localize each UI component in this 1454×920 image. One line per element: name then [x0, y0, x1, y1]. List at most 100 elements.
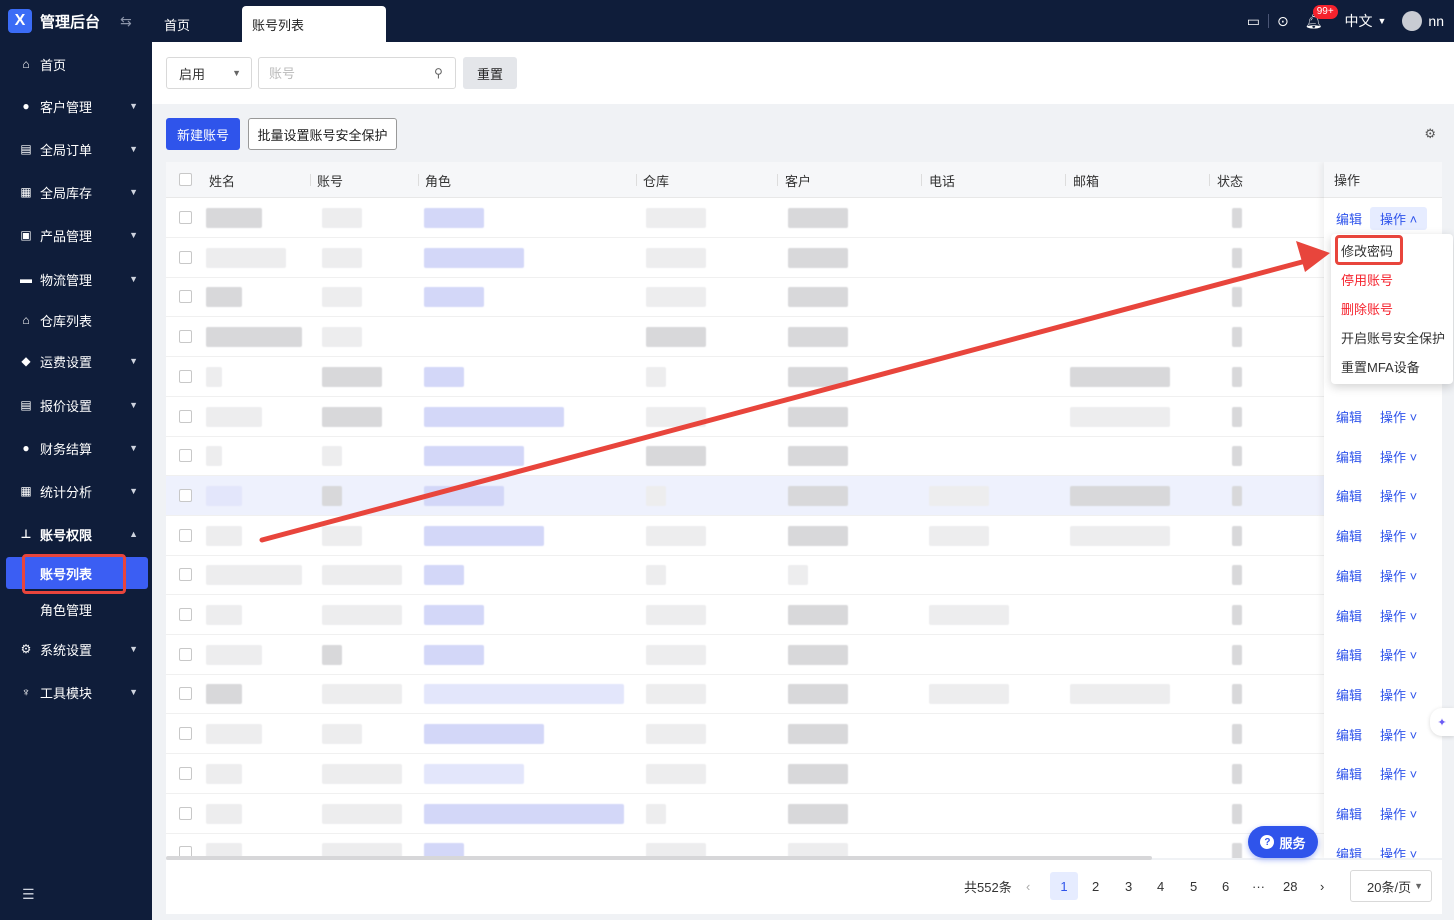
sidebar-item-logistics[interactable]: ▬ 物流管理 ▼: [0, 259, 152, 299]
operations-menu-trigger[interactable]: 操作 ˅: [1380, 764, 1417, 783]
row-checkbox[interactable]: [179, 806, 192, 820]
table-row[interactable]: [166, 397, 1442, 437]
table-row[interactable]: [166, 555, 1442, 596]
column-header-name[interactable]: 姓名: [209, 162, 235, 198]
table-row[interactable]: [166, 635, 1442, 675]
operations-menu-trigger[interactable]: 操作 ˅: [1380, 804, 1417, 823]
sidebar-item-account-permissions[interactable]: ⊥ 账号权限 ▲: [0, 514, 152, 554]
edit-link[interactable]: 编辑: [1336, 606, 1362, 625]
column-header-phone[interactable]: 电话: [929, 162, 955, 198]
service-button[interactable]: ? 服务: [1248, 826, 1318, 858]
operations-menu-trigger[interactable]: 操作 ˅: [1380, 566, 1417, 585]
tab-home[interactable]: 首页: [154, 6, 200, 42]
column-settings-icon[interactable]: ⚙: [1424, 126, 1436, 142]
disable-account-item[interactable]: 停用账号: [1331, 265, 1453, 294]
reset-button[interactable]: 重置: [463, 57, 517, 89]
edit-link[interactable]: 编辑: [1336, 486, 1362, 505]
row-checkbox[interactable]: [179, 211, 192, 224]
page-5[interactable]: 5: [1190, 872, 1197, 900]
page-6[interactable]: 6: [1222, 872, 1229, 900]
edit-link[interactable]: 编辑: [1336, 526, 1362, 545]
language-select[interactable]: 中文 ▼: [1345, 11, 1387, 31]
edit-link[interactable]: 编辑: [1336, 209, 1362, 228]
sidebar-subitem-role-management[interactable]: 角色管理: [6, 593, 148, 625]
collapse-sidebar-icon[interactable]: ⇆: [120, 13, 132, 30]
table-row[interactable]: [166, 674, 1442, 715]
reset-mfa-item[interactable]: 重置MFA设备: [1331, 352, 1453, 381]
sidebar-item-inventory[interactable]: ▦ 全局库存 ▼: [0, 172, 152, 212]
page-3[interactable]: 3: [1125, 872, 1132, 900]
operations-menu-trigger[interactable]: 操作 ˅: [1380, 486, 1417, 505]
new-account-button[interactable]: 新建账号: [166, 118, 240, 150]
bell-icon[interactable]: 🔔︎ 99+: [1305, 4, 1338, 30]
column-header-customer[interactable]: 客户: [785, 162, 811, 198]
prev-page-icon[interactable]: ‹: [1026, 872, 1030, 900]
table-row[interactable]: [166, 436, 1442, 477]
page-4[interactable]: 4: [1157, 872, 1164, 900]
sidebar-item-statistics[interactable]: ▦ 统计分析 ▼: [0, 471, 152, 511]
row-checkbox[interactable]: [179, 369, 192, 383]
enable-security-item[interactable]: 开启账号安全保护: [1331, 323, 1453, 352]
batch-security-button[interactable]: 批量设置账号安全保护: [248, 118, 397, 150]
edit-link[interactable]: 编辑: [1336, 407, 1362, 426]
row-checkbox[interactable]: [179, 409, 192, 423]
sidebar-item-warehouses[interactable]: ⌂ 仓库列表: [0, 300, 152, 340]
delete-account-item[interactable]: 删除账号: [1331, 294, 1453, 323]
printer-icon[interactable]: ▭: [1247, 13, 1260, 30]
tab-account-list[interactable]: 账号列表: [242, 6, 386, 42]
sidebar-item-system-settings[interactable]: ⚙ 系统设置 ▼: [0, 629, 152, 669]
page-1[interactable]: 1: [1050, 872, 1078, 900]
table-row[interactable]: [166, 317, 1442, 358]
edit-link[interactable]: 编辑: [1336, 804, 1362, 823]
edit-link[interactable]: 编辑: [1336, 566, 1362, 585]
table-row[interactable]: [166, 794, 1442, 834]
column-header-role[interactable]: 角色: [425, 162, 451, 198]
menu-toggle-icon[interactable]: ☰: [22, 886, 35, 903]
page-size-select[interactable]: 20条/页 ▼: [1350, 870, 1432, 902]
row-checkbox[interactable]: [179, 647, 192, 661]
edit-link[interactable]: 编辑: [1336, 844, 1362, 858]
operations-menu-trigger[interactable]: 操作 ˅: [1380, 606, 1417, 625]
sidebar-item-finance[interactable]: ● 财务结算 ▼: [0, 428, 152, 468]
table-row[interactable]: [166, 714, 1442, 755]
table-row[interactable]: [166, 198, 1442, 238]
table-row[interactable]: [166, 595, 1442, 635]
sidebar-item-customers[interactable]: ● 客户管理 ▼: [0, 86, 152, 126]
edit-link[interactable]: 编辑: [1336, 764, 1362, 783]
row-checkbox[interactable]: [179, 687, 192, 701]
table-row[interactable]: [166, 277, 1442, 318]
sidebar-item-orders[interactable]: ▤ 全局订单 ▼: [0, 129, 152, 169]
select-all-checkbox[interactable]: [179, 173, 192, 186]
operations-menu-trigger[interactable]: 操作 ˄: [1370, 206, 1428, 230]
operations-menu-trigger[interactable]: 操作 ˅: [1380, 645, 1417, 664]
user-menu[interactable]: nn: [1402, 11, 1444, 31]
assistant-icon[interactable]: ✦: [1430, 708, 1454, 736]
table-row[interactable]: [166, 357, 1442, 397]
row-checkbox[interactable]: [179, 766, 192, 780]
row-checkbox[interactable]: [179, 250, 192, 264]
search-icon[interactable]: ⚲: [434, 66, 443, 80]
edit-link[interactable]: 编辑: [1336, 645, 1362, 664]
column-header-email[interactable]: 邮箱: [1073, 162, 1099, 198]
page-28[interactable]: 28: [1283, 872, 1297, 900]
sidebar-item-tools[interactable]: ♆ 工具模块 ▼: [0, 672, 152, 712]
operations-menu-trigger[interactable]: 操作 ˅: [1380, 526, 1417, 545]
column-header-warehouse[interactable]: 仓库: [643, 162, 669, 198]
sidebar-item-products[interactable]: ▣ 产品管理 ▼: [0, 215, 152, 255]
page-ellipsis[interactable]: ···: [1252, 872, 1265, 900]
row-checkbox[interactable]: [179, 528, 192, 542]
table-row[interactable]: [166, 238, 1442, 278]
page-2[interactable]: 2: [1092, 872, 1099, 900]
table-row[interactable]: [166, 754, 1442, 794]
operations-menu-trigger[interactable]: 操作 ˅: [1380, 725, 1417, 744]
row-checkbox[interactable]: [179, 290, 192, 304]
edit-link[interactable]: 编辑: [1336, 447, 1362, 466]
sidebar-item-freight[interactable]: ◆ 运费设置 ▼: [0, 341, 152, 381]
edit-link[interactable]: 编辑: [1336, 725, 1362, 744]
row-checkbox[interactable]: [179, 727, 192, 741]
account-search-input[interactable]: [258, 57, 456, 89]
column-header-status[interactable]: 状态: [1217, 162, 1243, 198]
row-checkbox[interactable]: [179, 449, 192, 463]
row-checkbox[interactable]: [179, 568, 192, 582]
table-row[interactable]: [166, 516, 1442, 556]
